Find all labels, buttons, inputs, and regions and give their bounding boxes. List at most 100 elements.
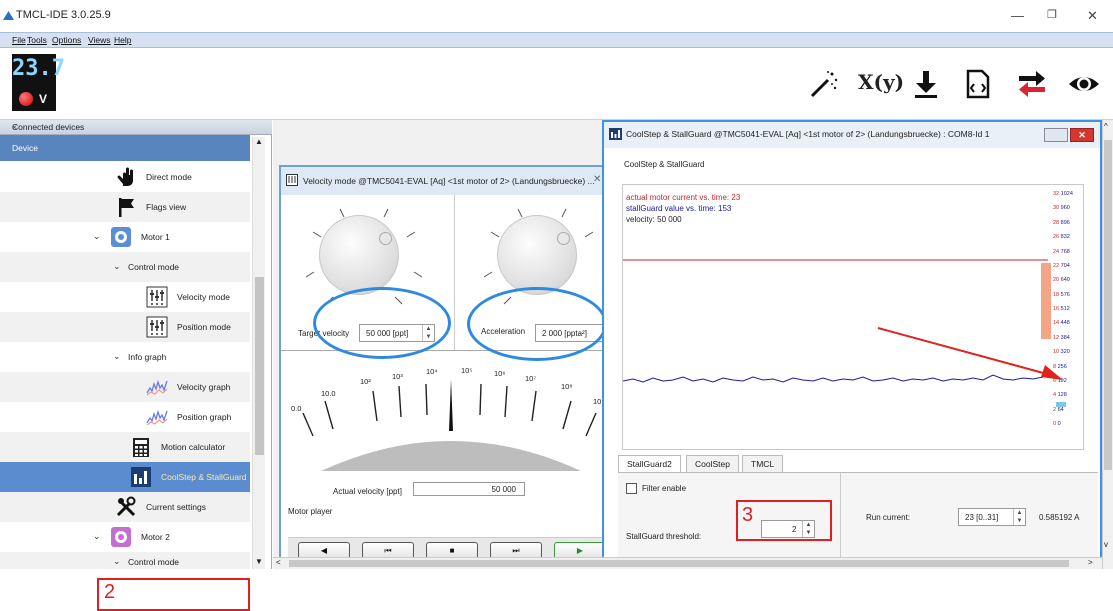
scroll-left-icon[interactable]: < [276,558,281,567]
knob-indicator [379,232,392,245]
device-label: Device [12,143,38,153]
close-icon[interactable]: ✕ [593,174,601,185]
tree-label: Position mode [177,322,231,332]
chevron-down-icon[interactable]: ⌄ [113,261,121,272]
restore-button[interactable]: ❐ [1047,8,1057,21]
download-icon[interactable] [910,68,942,100]
menu-options[interactable]: Options [52,35,81,45]
main-vertical-scrollbar[interactable]: ^ v [1102,120,1113,569]
sliders-icon [286,174,298,186]
run-current-amps: 0.585192 A [1039,513,1080,522]
tree-item-direct-mode[interactable]: Direct mode [0,162,250,192]
scrollbar-thumb[interactable] [289,560,1069,567]
scrollbar-thumb[interactable] [255,277,264,455]
tree-item-current-settings[interactable]: Current settings [0,492,250,522]
window-title: CoolStep & StallGuard @TMC5041-EVAL [Aq]… [626,129,990,139]
motor-player-label: Motor player [288,507,333,516]
tree-item-control-mode-2[interactable]: ⌄ Control mode [0,552,250,569]
coolstep-stallguard-window[interactable]: CoolStep & StallGuard @TMC5041-EVAL [Aq]… [602,120,1102,569]
annotation-box-2 [97,578,250,611]
close-window-button[interactable]: ✕ [1070,128,1094,142]
gauge-label: 10⁶ [494,369,506,378]
flag-icon [119,198,134,217]
left-panel-scrollbar[interactable]: ▲ ▼ [252,137,265,569]
scrollbar-thumb[interactable] [1104,140,1112,470]
filter-enable-checkbox[interactable] [626,483,637,494]
knob-indicator [557,232,570,245]
exchange-icon[interactable] [1016,68,1048,100]
menu-file[interactable]: File [12,35,26,45]
actual-velocity-label: Actual velocity [ppt] [333,487,402,496]
annotation-oval-1 [313,287,451,359]
tab-tmcl[interactable]: TMCL [742,455,784,472]
restore-window-button[interactable] [1044,128,1068,142]
tree-item-info-graph[interactable]: ⌄ Info graph [0,342,250,372]
scroll-down-icon[interactable]: v [1104,540,1108,549]
tree-item-motor1[interactable]: ⌄ Motor 1 [0,222,250,252]
tree-item-flags-view[interactable]: Flags view [0,192,250,222]
tree-label: Flags view [146,202,187,212]
tab-stallguard2[interactable]: StallGuard2 [618,455,681,472]
chevron-down-icon[interactable]: ⌄ [113,556,121,567]
menu-tools[interactable]: Tools [27,35,47,45]
run-current-spinbox[interactable]: 23 [0..31] ▲ ▼ [958,508,1026,526]
scroll-up-icon[interactable]: ▲ [255,137,263,146]
spin-arrows[interactable]: ▲ ▼ [1013,509,1025,525]
close-button[interactable]: ✕ [1087,8,1098,24]
window-title: TMCL-IDE 3.0.25.9 [16,9,111,21]
tree-item-position-graph[interactable]: Position graph [0,402,250,432]
title-bar: TMCL-IDE 3.0.25.9 — ❐ ✕ [0,0,1113,32]
hand-icon [117,167,133,186]
tree-label: Info graph [128,352,167,362]
tree-item-coolstep-stallguard[interactable]: CoolStep & StallGuard [0,462,250,492]
plot-canvas [623,259,1066,407]
window-titlebar[interactable]: Velocity mode @TMC5041-EVAL [Aq] <1st mo… [281,167,602,195]
divider [840,473,841,569]
motor-icon [111,227,131,247]
velocity-mode-window[interactable]: Velocity mode @TMC5041-EVAL [Aq] <1st mo… [279,165,608,565]
annotation-number-3: 3 [742,504,754,526]
tree-item-motion-calculator[interactable]: Motion calculator [0,432,250,462]
acceleration-knob[interactable] [497,215,577,295]
menu-help[interactable]: Help [114,35,131,45]
magic-wand-icon[interactable] [808,68,840,100]
tree-label: CoolStep & StallGuard [161,472,247,482]
menu-views[interactable]: Views [88,35,111,45]
connected-devices-panel: Connected devices × Device Direct mode F… [0,120,272,611]
window-titlebar[interactable]: CoolStep & StallGuard @TMC5041-EVAL [Aq]… [604,122,1100,148]
tab-coolstep[interactable]: CoolStep [686,455,739,472]
tree-item-motor2[interactable]: ⌄ Motor 2 [0,522,250,552]
tree-label: Motor 2 [141,532,170,542]
main-horizontal-scrollbar[interactable]: < > [273,557,1102,569]
tree-label: Motion calculator [161,442,226,452]
tree-item-velocity-graph[interactable]: Velocity graph [0,372,250,402]
scroll-down-icon[interactable]: ▼ [255,557,263,566]
tree-item-position-mode[interactable]: Position mode [0,312,250,342]
tree-item-velocity-mode[interactable]: Velocity mode [0,282,250,312]
chevron-down-icon[interactable]: ⌄ [93,531,101,542]
function-icon[interactable]: X(y) [858,70,904,102]
panel-header: Connected devices × [0,120,272,135]
gauge-label: 10² [360,377,371,386]
chevron-down-icon[interactable]: ⌄ [113,351,121,362]
panel-close-icon[interactable]: × [12,122,17,132]
script-file-icon[interactable] [962,68,994,100]
gauge-label: 10⁸ [561,382,573,391]
gauge-label: 10.0 [321,389,336,398]
tree-label: Control mode [128,557,180,567]
eye-icon[interactable] [1068,68,1100,100]
run-current-label: Run current: [866,513,911,522]
target-velocity-knob[interactable] [319,215,399,295]
tree-item-control-mode[interactable]: ⌄ Control mode [0,252,250,282]
scroll-right-icon[interactable]: > [1088,558,1093,567]
tree-label: Velocity graph [177,382,231,392]
panel-title: Connected devices [12,122,85,132]
bar-chart-icon [131,467,151,487]
window-title: Velocity mode @TMC5041-EVAL [Aq] <1st mo… [303,176,595,186]
device-header[interactable]: Device [0,135,250,161]
chevron-down-icon[interactable]: ⌄ [93,231,101,242]
scroll-up-icon[interactable]: ^ [1104,122,1108,131]
menu-bar: File Tools Options Views Help [0,32,1113,48]
gauge-label: 10⁵ [461,366,473,375]
minimize-button[interactable]: — [1011,8,1024,23]
